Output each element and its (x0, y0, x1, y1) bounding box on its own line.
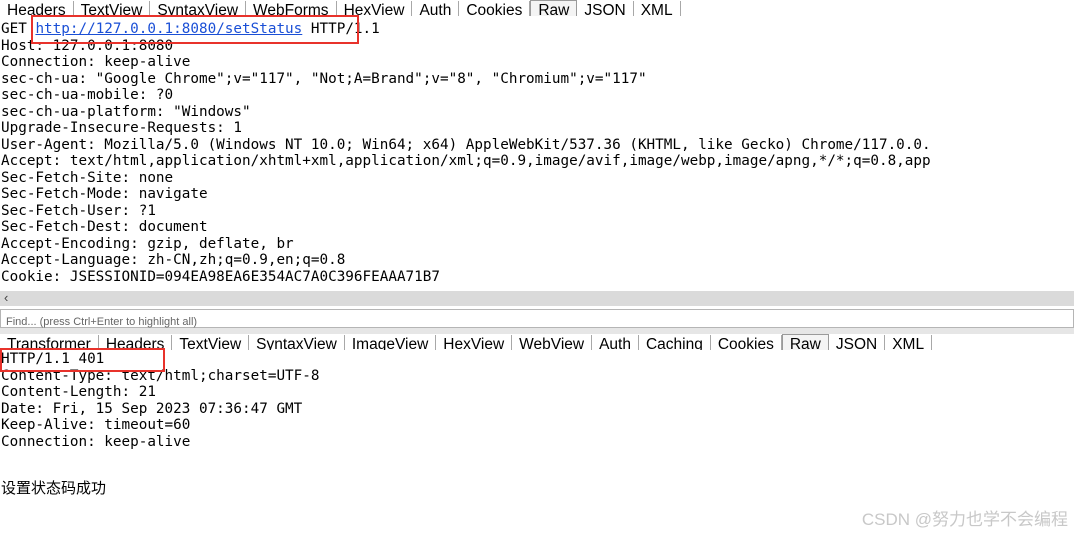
request-header-line: Accept-Language: zh-CN,zh;q=0.9,en;q=0.8 (1, 252, 346, 268)
request-header-line: sec-ch-ua: "Google Chrome";v="117", "Not… (1, 70, 647, 87)
response-body-text: 设置状态码成功 (1, 480, 107, 497)
request-headers: Host: 127.0.0.1:8080 Connection: keep-al… (1, 38, 931, 285)
request-header-line: Upgrade-Insecure-Requests: 1 (1, 120, 243, 136)
response-tab-json[interactable]: JSON (829, 335, 886, 350)
response-header-line: Content-Length: 21 (1, 384, 156, 400)
response-tab-cookies[interactable]: Cookies (711, 335, 782, 350)
response-tab-caching[interactable]: Caching (639, 335, 711, 350)
request-tab-syntaxview[interactable]: SyntaxView (150, 1, 247, 16)
response-tab-webview[interactable]: WebView (512, 335, 593, 350)
request-header-line: Sec-Fetch-Dest: document (1, 219, 208, 235)
request-header-line: sec-ch-ua-mobile: ?0 (1, 87, 174, 103)
find-bar (0, 309, 1074, 331)
request-header-line: Sec-Fetch-Mode: navigate (1, 186, 208, 202)
request-tab-raw[interactable]: Raw (530, 0, 578, 16)
request-header-line: User-Agent: Mozilla/5.0 (Windows NT 10.0… (1, 136, 931, 153)
request-tab-xml[interactable]: XML (634, 1, 681, 16)
status-highlight-box (0, 348, 165, 372)
request-header-line: Cookie: JSESSIONID=094EA98EA6E354AC7A0C3… (1, 268, 440, 285)
request-tab-headers[interactable]: Headers (0, 1, 74, 16)
response-tab-xml[interactable]: XML (885, 335, 933, 350)
request-tab-auth[interactable]: Auth (412, 1, 460, 16)
request-tab-textview[interactable]: TextView (74, 1, 151, 16)
url-highlight-box (31, 15, 359, 44)
request-header-line: Accept-Encoding: gzip, deflate, br (1, 235, 294, 252)
scroll-left-arrow-icon[interactable]: ‹ (4, 290, 8, 305)
response-tab-textview[interactable]: TextView (172, 335, 250, 350)
request-header-line: Sec-Fetch-Site: none (1, 169, 174, 186)
response-tab-syntaxview[interactable]: SyntaxView (249, 335, 345, 350)
request-header-line: Connection: keep-alive (1, 54, 191, 70)
request-tab-json[interactable]: JSON (577, 1, 634, 16)
request-header-line: sec-ch-ua-platform: "Windows" (1, 103, 251, 120)
request-method: GET (1, 21, 27, 37)
request-tab-webforms[interactable]: WebForms (246, 1, 337, 16)
response-tab-raw[interactable]: Raw (781, 334, 829, 350)
request-tab-cookies[interactable]: Cookies (459, 1, 531, 16)
request-header-line: Accept: text/html,application/xhtml+xml,… (1, 153, 931, 169)
horizontal-scrollbar[interactable]: ‹ (0, 290, 1074, 306)
request-tab-bar: Headers TextView SyntaxView WebForms HexView… (0, 0, 1074, 16)
response-headers: Content-Type: text/html;charset=UTF-8 Co… (1, 368, 319, 450)
request-raw-view: GET http://127.0.0.1:8080/setStatus HTTP… (1, 21, 1074, 291)
request-header-line: Sec-Fetch-User: ?1 (1, 202, 156, 219)
response-header-line: Connection: keep-alive (1, 433, 191, 450)
response-tab-hexview[interactable]: HexView (436, 335, 513, 350)
response-tab-imageview[interactable]: ImageView (345, 335, 437, 350)
request-tab-hexview[interactable]: HexView (337, 1, 413, 16)
response-tab-auth[interactable]: Auth (592, 335, 639, 350)
response-header-line: Date: Fri, 15 Sep 2023 07:36:47 GMT (1, 400, 303, 417)
watermark: CSDN @努力也学不会编程 (861, 510, 1068, 529)
response-header-line: Keep-Alive: timeout=60 (1, 417, 191, 433)
